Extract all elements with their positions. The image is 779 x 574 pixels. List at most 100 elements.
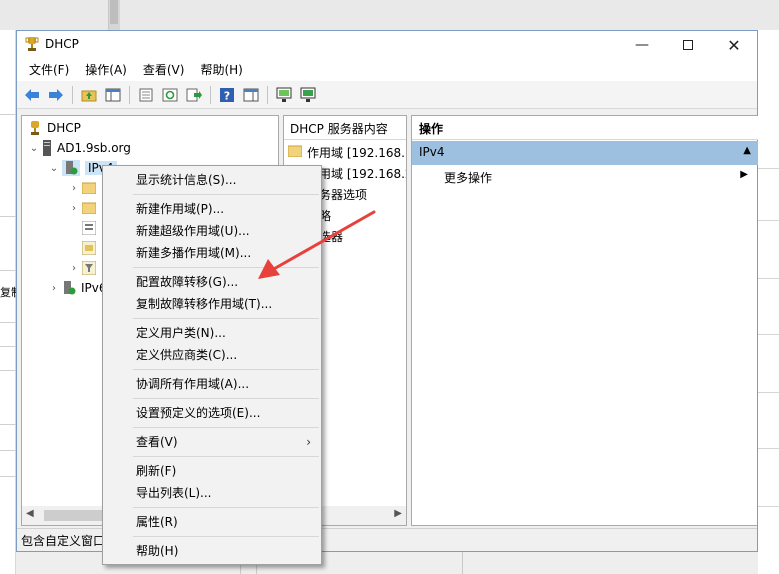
tree-node-server[interactable]: ⌄ AD1.9sb.org [28,138,131,158]
details-icon [243,88,259,101]
help-button[interactable]: ? [216,84,238,106]
server-display-icon [276,87,292,102]
show-hide-tree-button[interactable] [102,84,124,106]
menu-item-new-multicast-scope[interactable]: 新建多播作用域(M)... [103,242,321,264]
background-left-window [0,30,16,574]
menu-item-export-list[interactable]: 导出列表(L)... [103,482,321,504]
details-button[interactable] [240,84,262,106]
collapse-chevron-icon[interactable]: ⌄ [48,163,60,174]
menu-item-refresh[interactable]: 刷新(F) [103,460,321,482]
menu-item-reconcile-all-scopes[interactable]: 协调所有作用域(A)... [103,373,321,395]
close-icon: ✕ [727,35,741,55]
menu-file[interactable]: 文件(F) [21,59,77,81]
actions-section-ipv4[interactable]: IPv4 ▲ [412,141,758,165]
forward-button[interactable] [45,84,67,106]
server-connect-button[interactable] [297,84,319,106]
scroll-left-icon[interactable]: ◀ [26,508,34,519]
filter-icon [82,261,96,275]
maximize-icon [683,40,693,50]
list-item-label: 作用域 [192.168.2 [307,166,407,181]
menu-item-set-predefined-options[interactable]: 设置预定义的选项(E)... [103,402,321,424]
menu-separator [133,507,319,508]
actions-header: 操作 [412,116,758,140]
menu-item-configure-failover[interactable]: 配置故障转移(G)... [103,271,321,293]
tree-node-dhcp[interactable]: DHCP [26,118,81,138]
menu-help[interactable]: 帮助(H) [192,59,250,81]
menu-view[interactable]: 查看(V) [135,59,193,81]
title-bar[interactable]: DHCP — ✕ [17,31,757,59]
list-item-label: 作用域 [192.168.1 [307,145,407,160]
tree-node-scope-1[interactable]: › [68,178,101,198]
menu-item-help[interactable]: 帮助(H) [103,540,321,562]
content-header[interactable]: DHCP 服务器内容 [284,116,406,140]
tree-node-policies[interactable] [68,238,101,258]
folder-icon [82,202,96,214]
menu-item-view[interactable]: 查看(V) › [103,431,321,453]
help-icon: ? [220,87,234,102]
toolbar-separator [129,85,130,104]
properties-button[interactable] [135,84,157,106]
server-connect-icon [300,87,316,102]
minimize-icon: — [635,37,649,53]
list-item[interactable]: 作用域 [192.168.1 [287,142,407,162]
folder-icon [287,145,303,160]
menu-action[interactable]: 操作(A) [77,59,135,81]
tree-label: DHCP [47,121,81,135]
menu-item-replicate-failover-scopes[interactable]: 复制故障转移作用域(T)... [103,293,321,315]
menu-separator [133,369,319,370]
background-scroll-thumb [110,0,118,24]
menu-item-define-user-classes[interactable]: 定义用户类(N)... [103,322,321,344]
more-actions-label: 更多操作 [444,171,493,185]
minimize-button[interactable]: — [619,31,665,59]
folder-icon [82,182,96,194]
back-button[interactable] [21,84,43,106]
collapse-chevron-icon[interactable]: ⌄ [28,143,40,154]
expand-chevron-icon[interactable]: › [68,203,80,214]
actions-pane: 操作 IPv4 ▲ 更多操作 ▶ [411,115,758,526]
menu-item-define-vendor-classes[interactable]: 定义供应商类(C)... [103,344,321,366]
close-button[interactable]: ✕ [711,31,757,59]
actions-section-label: IPv4 [419,145,445,159]
tree-label: AD1.9sb.org [57,141,131,155]
toolbar: ? [17,81,757,109]
scroll-right-icon[interactable]: ▶ [394,508,402,519]
up-folder-button[interactable] [78,84,100,106]
policy-icon [82,241,96,255]
menu-separator [133,318,319,319]
up-folder-icon [81,90,97,101]
submenu-arrow-icon: ▶ [740,169,748,180]
dhcp-trophy-icon [25,37,39,51]
menu-item-show-statistics[interactable]: 显示统计信息(S)... [103,169,321,191]
menu-item-new-superscope[interactable]: 新建超级作用域(U)... [103,220,321,242]
menu-separator [133,427,319,428]
maximize-button[interactable] [665,31,711,59]
export-icon [186,88,202,101]
toolbar-separator [72,85,73,104]
tree-node-scope-2[interactable]: › [68,198,101,218]
menu-item-label: 查看(V) [136,435,178,449]
menu-item-properties[interactable]: 属性(R) [103,511,321,533]
ipv6-icon [62,281,76,295]
menu-bar: 文件(F) 操作(A) 查看(V) 帮助(H) [17,59,757,81]
ipv4-icon [62,160,80,176]
more-actions-item[interactable]: 更多操作 ▶ [412,166,758,188]
context-menu: 显示统计信息(S)... 新建作用域(P)... 新建超级作用域(U)... 新… [102,165,322,565]
expand-chevron-icon[interactable]: › [68,263,80,274]
server-display-button[interactable] [273,84,295,106]
menu-separator [133,536,319,537]
tree-node-ipv6[interactable]: › IPv6 [48,278,107,298]
properties-icon [139,88,153,101]
forward-icon [49,88,63,101]
menu-item-new-scope[interactable]: 新建作用域(P)... [103,198,321,220]
svg-text:?: ? [224,89,230,102]
tree-node-server-options[interactable] [68,218,101,238]
dhcp-trophy-icon [28,120,42,136]
expand-chevron-icon[interactable]: › [48,283,60,294]
expand-chevron-icon[interactable]: › [68,183,80,194]
tree-node-filters[interactable]: › [68,258,101,278]
refresh-button[interactable] [159,84,181,106]
collapse-up-icon[interactable]: ▲ [743,145,751,161]
back-icon [25,88,39,101]
menu-separator [133,194,319,195]
export-list-button[interactable] [183,84,205,106]
